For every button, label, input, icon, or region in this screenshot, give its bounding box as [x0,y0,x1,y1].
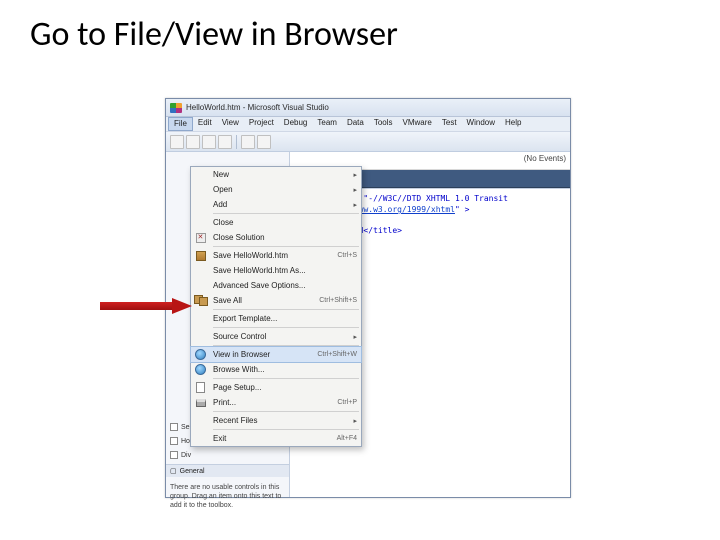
menu-item-recent-files[interactable]: Recent Files [191,413,361,428]
menu-separator [213,213,359,214]
hr-icon [170,437,178,445]
menu-item-new[interactable]: New [191,167,361,182]
toolbar-button[interactable] [170,135,184,149]
menu-item-source-control[interactable]: Source Control [191,329,361,344]
toolbox-empty-message: There are no usable controls in this gro… [166,477,289,516]
menu-shortcut: Ctrl+S [337,252,357,259]
toolbar-button[interactable] [241,135,255,149]
menu-window[interactable]: Window [462,117,500,131]
menu-item-save-helloworld-htm[interactable]: Save HelloWorld.htm Ctrl+S [191,248,361,263]
menu-item-label: Browse With... [213,365,265,374]
menu-item-export-template[interactable]: Export Template... [191,311,361,326]
menu-shortcut: Alt+F4 [337,435,357,442]
menu-item-label: Open [213,185,233,194]
menu-view[interactable]: View [217,117,244,131]
menu-item-open[interactable]: Open [191,182,361,197]
menu-separator [213,309,359,310]
menu-separator [213,378,359,379]
toolbox-item[interactable]: Div [170,448,285,462]
menu-item-label: Exit [213,434,226,443]
code-line: " > [455,205,469,214]
menu-item-close[interactable]: Close [191,215,361,230]
menu-item-close-solution[interactable]: Close Solution [191,230,361,245]
menu-item-label: Close Solution [213,233,265,242]
menu-item-add[interactable]: Add [191,197,361,212]
toolbox-group-header[interactable]: ▢General [166,464,289,477]
menu-separator [213,327,359,328]
events-dropdown[interactable]: (No Events) [524,154,566,163]
menu-vmware[interactable]: VMware [398,117,437,131]
menu-project[interactable]: Project [244,117,279,131]
menu-item-label: Recent Files [213,416,257,425]
pointer-icon [170,423,178,431]
visual-studio-window: HelloWorld.htm - Microsoft Visual Studio… [165,98,571,498]
slide-title: Go to File/View in Browser [0,0,720,61]
window-title: HelloWorld.htm - Microsoft Visual Studio [186,103,329,112]
menu-separator [213,246,359,247]
menu-item-print[interactable]: Print... Ctrl+P [191,395,361,410]
toolbar-button[interactable] [186,135,200,149]
menu-item-exit[interactable]: Exit Alt+F4 [191,431,361,446]
menu-tools[interactable]: Tools [369,117,398,131]
div-icon [170,451,178,459]
toolbar-button[interactable] [257,135,271,149]
callout-arrow [100,298,192,314]
vs-logo-icon [170,103,182,113]
close-icon [194,231,207,244]
menu-item-label: Save HelloWorld.htm [213,251,288,260]
menu-item-save-helloworld-htm-as[interactable]: Save HelloWorld.htm As... [191,263,361,278]
menu-separator [213,345,359,346]
menu-item-label: Advanced Save Options... [213,281,306,290]
print-icon [194,396,207,409]
menu-test[interactable]: Test [437,117,462,131]
menu-separator [213,411,359,412]
menu-item-label: Add [213,200,227,209]
menu-item-label: Source Control [213,332,266,341]
menu-item-label: Export Template... [213,314,277,323]
menu-item-label: New [213,170,229,179]
menu-data[interactable]: Data [342,117,369,131]
file-menu-dropdown: New Open Add Close Close Solution Save HelloW… [190,166,362,447]
expand-icon: ▢ [170,467,177,475]
world-icon [194,348,207,361]
menu-separator [213,429,359,430]
menu-debug[interactable]: Debug [279,117,313,131]
menu-edit[interactable]: Edit [193,117,217,131]
menu-item-label: Save HelloWorld.htm As... [213,266,306,275]
menu-item-page-setup[interactable]: Page Setup... [191,380,361,395]
menu-shortcut: Ctrl+Shift+S [319,297,357,304]
menu-file[interactable]: File [168,117,193,131]
menu-item-label: Close [213,218,233,227]
menu-help[interactable]: Help [500,117,526,131]
toolbar-button[interactable] [218,135,232,149]
saveall-icon [194,294,207,307]
menu-item-label: Page Setup... [213,383,261,392]
save-icon [194,249,207,262]
menu-team[interactable]: Team [312,117,342,131]
world-icon [194,363,207,376]
toolbar-button[interactable] [202,135,216,149]
menu-item-advanced-save-options[interactable]: Advanced Save Options... [191,278,361,293]
titlebar: HelloWorld.htm - Microsoft Visual Studio [166,99,570,117]
menu-item-label: View in Browser [213,350,270,359]
menu-shortcut: Ctrl+Shift+W [317,351,357,358]
toolbar [166,132,570,152]
menubar[interactable]: File Edit View Project Debug Team Data T… [166,117,570,132]
menu-item-browse-with[interactable]: Browse With... [191,362,361,377]
menu-item-view-in-browser[interactable]: View in Browser Ctrl+Shift+W [191,347,361,362]
menu-shortcut: Ctrl+P [337,399,357,406]
menu-item-label: Save All [213,296,242,305]
page-icon [194,381,207,394]
menu-item-label: Print... [213,398,236,407]
menu-item-save-all[interactable]: Save All Ctrl+Shift+S [191,293,361,308]
